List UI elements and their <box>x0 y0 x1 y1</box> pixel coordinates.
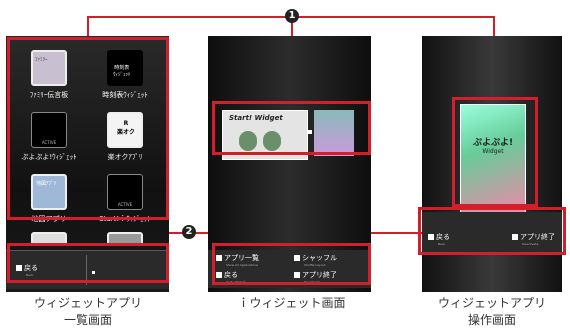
callout-1-badge: 1 <box>285 9 299 23</box>
highlight-softkeys-1 <box>7 243 169 283</box>
caption-screen2: ｉウィジェット画面 <box>237 296 346 310</box>
highlight-widgets <box>212 101 371 155</box>
callout-2-badge: 2 <box>182 225 196 239</box>
caption-screen3: ウィジェットアプリ 操作画面 <box>437 296 546 327</box>
highlight-app-list <box>7 37 169 220</box>
highlight-softkeys-2 <box>212 243 371 285</box>
callout-1-line-left <box>87 16 89 38</box>
highlight-softkeys-3 <box>418 207 566 255</box>
caption-screen1: ウィジェットアプリ 一覧画面 <box>33 296 142 327</box>
highlight-puyo-widget <box>452 97 538 207</box>
